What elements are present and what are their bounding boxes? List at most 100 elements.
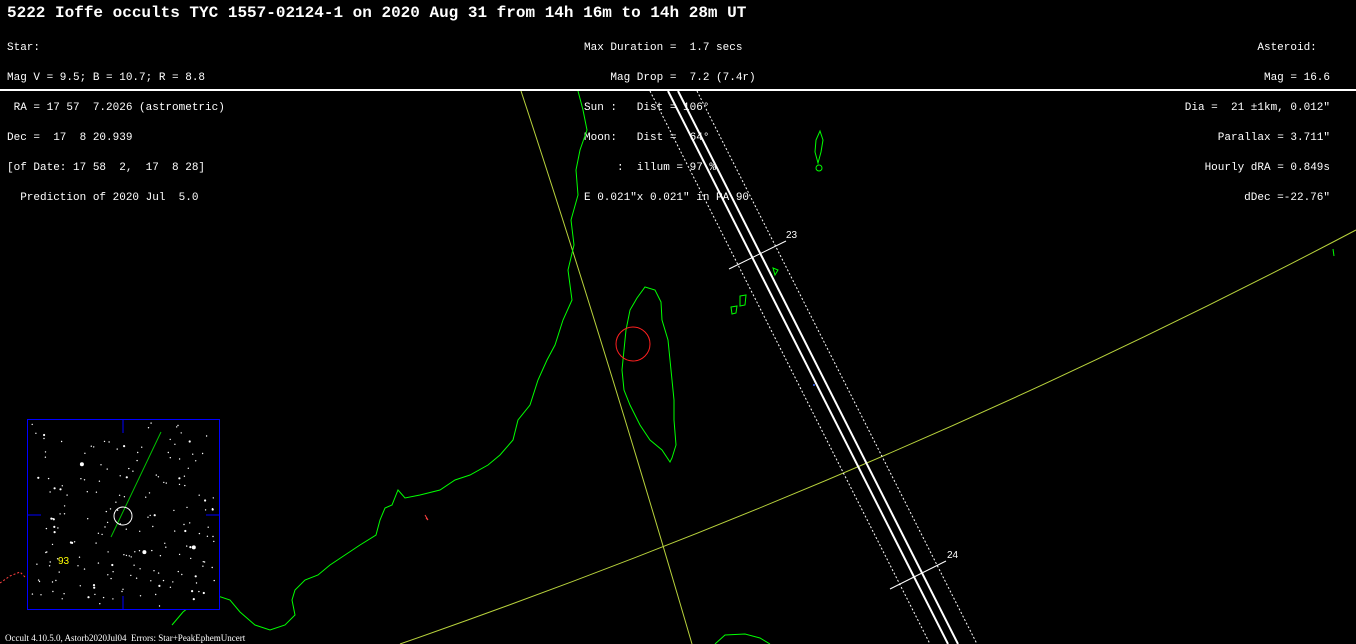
path-edge-east	[677, 91, 959, 644]
star-dot	[211, 566, 213, 569]
star-dot	[169, 586, 172, 588]
coastline-mainland-south	[714, 633, 771, 644]
star-dot	[167, 451, 169, 454]
star-dot	[178, 458, 181, 460]
star-dot	[43, 437, 45, 440]
star-dot	[202, 565, 204, 567]
star-dot	[183, 475, 186, 477]
marker-dot	[813, 384, 815, 386]
star-dot	[128, 467, 130, 470]
star-dot	[145, 496, 147, 498]
star-dot	[77, 565, 79, 567]
path-uncertainty-west	[649, 91, 931, 644]
star-dot	[181, 573, 183, 576]
star-dot	[58, 571, 60, 573]
star-dot	[152, 525, 154, 528]
star-dot	[59, 488, 62, 491]
star-dot	[178, 477, 181, 480]
star-dot	[60, 440, 63, 443]
star-dot	[147, 516, 149, 518]
star-dot	[99, 603, 101, 605]
star-dot	[104, 526, 106, 528]
star-dot	[57, 527, 59, 529]
star-dot	[44, 451, 47, 453]
star-dot	[83, 568, 86, 570]
star-dot	[136, 459, 138, 462]
star-dot	[172, 581, 174, 583]
star-dot	[125, 528, 128, 530]
star-dot	[130, 574, 132, 577]
star-dot	[198, 494, 200, 496]
star-dot	[194, 575, 197, 578]
star-dot	[184, 484, 186, 487]
star-dot	[191, 545, 196, 550]
star-dot	[90, 445, 92, 447]
star-dot	[211, 508, 214, 510]
star-dot	[106, 468, 108, 470]
star-dot	[112, 598, 114, 600]
star-dot	[53, 525, 56, 528]
star-dot	[205, 435, 208, 437]
star-dot	[158, 584, 161, 587]
star-dot	[201, 452, 204, 455]
meridian-line	[520, 91, 693, 644]
star-dot	[116, 448, 118, 450]
star-dot	[111, 563, 114, 567]
star-dot	[125, 476, 128, 479]
star-dot	[174, 530, 176, 532]
star-dot	[48, 565, 51, 567]
star-dot	[123, 445, 126, 448]
star-dot	[186, 506, 188, 509]
star-dot	[119, 523, 122, 525]
star-dot	[92, 584, 96, 587]
star-dot	[105, 510, 108, 513]
inset-label: 93	[58, 556, 70, 567]
star-dot	[202, 561, 204, 563]
star-dot	[69, 541, 72, 544]
star-dot	[51, 581, 54, 583]
star-dot	[107, 551, 109, 553]
star-dot	[97, 532, 100, 534]
star-chart: 93	[27, 419, 220, 610]
star-dot	[142, 550, 147, 555]
star-info-line: Mag V = 9.5; B = 10.7; R = 8.8	[7, 72, 206, 84]
star-dot	[97, 562, 100, 564]
star-dot	[157, 572, 160, 574]
star-dot	[40, 594, 42, 596]
path-uncertainty-east	[696, 91, 978, 644]
star-dot	[195, 582, 198, 584]
star-dot	[103, 440, 106, 443]
star-dot	[150, 422, 152, 424]
time-tick	[728, 240, 787, 270]
star-dot	[100, 464, 102, 466]
asteroid-info-line: Asteroid:	[1257, 42, 1330, 54]
star-dot	[106, 521, 109, 524]
star-dot	[98, 480, 101, 482]
star-dot	[198, 532, 201, 535]
star-dot	[43, 433, 46, 437]
star-dot	[86, 491, 88, 493]
star-dot	[95, 491, 98, 493]
star-dot	[149, 514, 151, 517]
star-dot	[95, 542, 97, 544]
star-dot	[192, 598, 195, 601]
star-dot	[195, 460, 197, 462]
footer-info: Occult 4.10.5.0, Astorb2020Jul04 Errors:…	[5, 633, 246, 643]
star-dot	[123, 496, 126, 498]
star-dot	[121, 590, 123, 593]
coastline-fragment-west	[0, 571, 27, 584]
star-dot	[132, 470, 134, 472]
star-dot	[119, 475, 121, 477]
star-dot	[165, 482, 167, 484]
star-dot	[125, 554, 128, 557]
star-dot	[46, 551, 48, 553]
star-dot	[59, 513, 61, 515]
star-dot	[49, 561, 51, 563]
star-dot	[198, 590, 200, 593]
asteroid-info-line: Mag = 16.6	[1263, 72, 1330, 84]
star-dot	[138, 550, 141, 552]
star-dot	[61, 598, 63, 600]
star-dot	[115, 501, 117, 503]
star-dot	[84, 452, 86, 454]
star-dot	[51, 543, 54, 546]
